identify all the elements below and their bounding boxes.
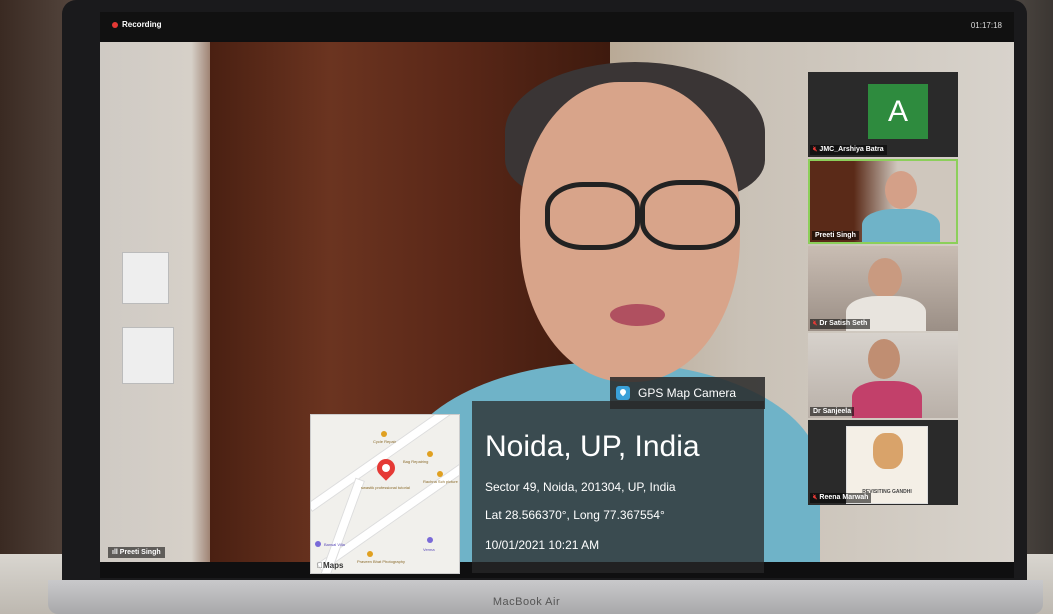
participant-name-tag: 🔇︎ Reena Marwah xyxy=(810,493,872,503)
map-label: Bansal Villa xyxy=(324,542,345,547)
gps-address: Sector 49, Noida, 201304, UP, India xyxy=(485,480,676,494)
participant-face xyxy=(868,258,902,298)
participant-saree xyxy=(862,209,940,242)
poi-icon xyxy=(315,541,321,547)
mic-muted-icon: 🔇︎ xyxy=(813,494,818,501)
recording-dot-icon xyxy=(112,21,118,28)
speaker-mouth xyxy=(610,304,665,326)
glasses-left-lens xyxy=(545,182,640,250)
map-label: Bag Repairing xyxy=(403,459,429,464)
maps-logo: Maps xyxy=(317,561,343,570)
wall-switch xyxy=(122,327,174,384)
gps-app-name: GPS Map Camera xyxy=(638,386,737,400)
device-label: MacBook Air xyxy=(492,596,561,608)
meeting-timer: 01:17:18 xyxy=(970,21,1002,30)
participant-name-tag: 🔇︎ Dr Satish Seth xyxy=(810,319,871,329)
map-label: Praveen Bhat Photography xyxy=(357,559,406,564)
mic-muted-icon: 🔇︎ xyxy=(813,320,818,327)
participant-gallery: A 🔇︎ JMC_Arshiya Batra Preeti Singh 🔇︎ Dr … xyxy=(808,72,958,507)
gps-camera-icon xyxy=(616,386,630,400)
participant-name-tag: Dr Sanjeela xyxy=(810,407,855,416)
participant-face xyxy=(868,339,900,379)
recording-label: Recording xyxy=(122,20,162,29)
avatar: A xyxy=(868,84,928,139)
participant-tile[interactable]: 🔇︎ Dr Satish Seth xyxy=(808,246,958,331)
poi-icon xyxy=(427,537,433,543)
glasses-right-lens xyxy=(640,180,740,250)
portrait-illustration xyxy=(873,433,903,469)
participant-name-tag: 🔇︎ JMC_Arshiya Batra xyxy=(810,145,887,155)
gps-mini-map: Cycle Repair Bag Repairing Rachna Sch pi… xyxy=(310,414,460,574)
map-label: Rachna Sch picture xyxy=(423,479,458,484)
poi-icon xyxy=(367,551,373,557)
participant-name-tag: Preeti Singh xyxy=(812,231,859,240)
poi-icon xyxy=(381,431,387,437)
main-speaker-name-tag: ıll Preeti Singh xyxy=(108,547,165,558)
gps-city: Noida, UP, India xyxy=(485,430,700,463)
gps-coordinates: Lat 28.566370°, Long 77.367554° xyxy=(485,508,665,522)
poi-icon xyxy=(437,471,443,477)
gps-app-badge: GPS Map Camera xyxy=(610,377,765,409)
participant-top xyxy=(852,381,922,418)
participant-tile[interactable]: Dr Sanjeela xyxy=(808,333,958,418)
gps-datetime: 10/01/2021 10:21 AM xyxy=(485,538,600,552)
signal-icon: ıll xyxy=(112,549,120,556)
participant-tile-active[interactable]: Preeti Singh xyxy=(808,159,958,244)
participant-face xyxy=(885,171,917,209)
participant-tile[interactable]: REVISITING GANDHI 🔇︎ Reena Marwah xyxy=(808,420,958,505)
map-label: Verma xyxy=(423,547,435,552)
wall-switch xyxy=(122,252,169,304)
map-label: Cycle Repair xyxy=(373,439,396,444)
mic-muted-icon: 🔇︎ xyxy=(813,146,818,153)
map-label: swastik professional tutorial xyxy=(361,485,410,490)
poi-icon xyxy=(427,451,433,457)
meeting-top-bar: Recording 01:17:18 xyxy=(100,12,1014,40)
laptop-screen: Recording 01:17:18 ıll Preeti Singh A 🔇︎… xyxy=(100,12,1014,578)
participant-tile[interactable]: A 🔇︎ JMC_Arshiya Batra xyxy=(808,72,958,157)
recording-indicator[interactable]: Recording xyxy=(112,20,162,29)
